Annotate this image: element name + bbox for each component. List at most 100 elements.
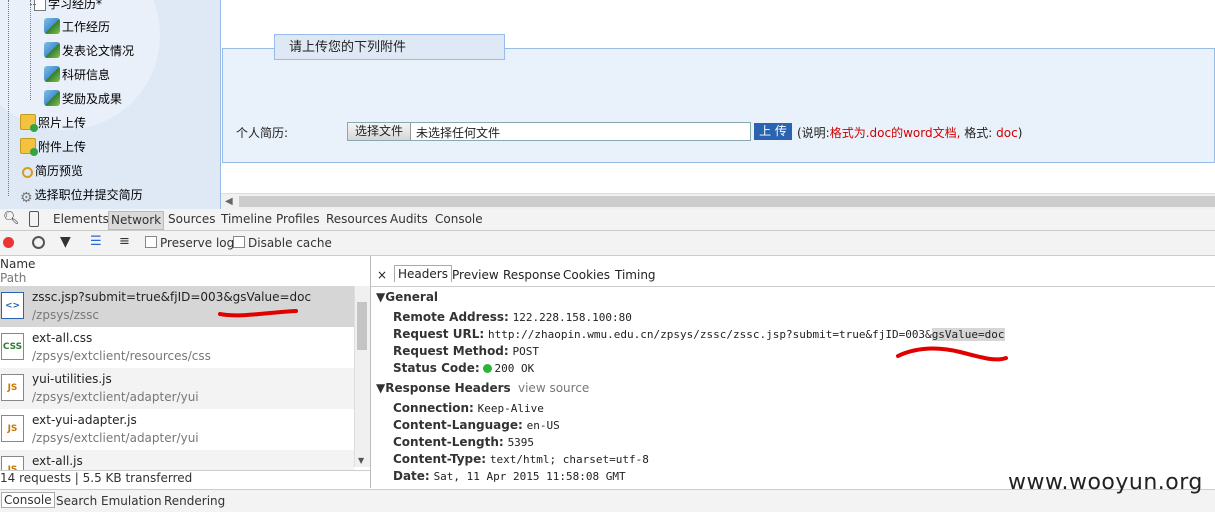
device-mode-icon[interactable]	[29, 211, 39, 227]
tab-cookies[interactable]: Cookies	[563, 268, 610, 282]
request-row[interactable]: JS ext-yui-adapter.js /zpsys/extclient/a…	[0, 409, 354, 450]
request-name: yui-utilities.js	[32, 372, 112, 386]
header-key: Content-Type:	[393, 452, 487, 466]
tab-headers[interactable]: Headers	[394, 265, 452, 282]
tab-console[interactable]: Console	[435, 211, 483, 228]
header-value: text/html; charset=utf-8	[489, 453, 649, 466]
tab-preview[interactable]: Preview	[452, 268, 499, 282]
status-ok-icon	[483, 364, 493, 373]
record-icon[interactable]	[3, 237, 14, 248]
inspect-icon[interactable]: 🔍︎	[3, 211, 20, 226]
request-method-row: Request Method: POST	[393, 344, 539, 358]
note-prefix: (说明:	[797, 126, 830, 140]
overview-icon[interactable]: ≡	[119, 234, 130, 249]
file-status-text: 未选择任何文件	[416, 126, 501, 140]
request-url-row: Request URL: http://zhaopin.wmu.edu.cn/z…	[393, 327, 1005, 341]
tree-item-label: 工作经历	[62, 20, 111, 34]
watermark: www.wooyun.org	[1008, 470, 1203, 495]
request-path: /zpsys/extclient/adapter/yui	[32, 431, 199, 445]
remote-address-row: Remote Address: 122.228.158.100:80	[393, 310, 632, 324]
column-name[interactable]: Name	[0, 257, 35, 271]
js-file-icon: JS	[1, 374, 24, 401]
tab-sources[interactable]: Sources	[168, 211, 215, 228]
header-value: POST	[512, 345, 540, 358]
tab-timeline[interactable]: Timeline	[221, 211, 272, 228]
tree-item-label: 奖励及成果	[62, 92, 123, 106]
scroll-down-icon[interactable]: ▼	[358, 456, 364, 465]
scrollbar-thumb[interactable]	[239, 196, 1215, 207]
expand-triangle-icon: ▼	[376, 381, 386, 395]
tab-audits[interactable]: Audits	[390, 211, 428, 228]
response-headers-section[interactable]: ▼Response Headers	[376, 381, 511, 395]
tree-item-label: 学习经历*	[48, 0, 103, 11]
nav-tree: 学习经历* 工作经历 发表论文情况 科研信息 奖励及成果 照片上传 附件上传 简…	[0, 0, 221, 210]
upload-button[interactable]: 上 传	[754, 123, 792, 140]
note-format-ext: doc	[996, 126, 1018, 140]
drawer-tab-rendering[interactable]: Rendering	[164, 494, 225, 508]
drawer-tab-console[interactable]: Console	[1, 492, 55, 508]
js-file-icon: JS	[1, 456, 24, 470]
choose-file-button[interactable]: 选择文件	[348, 123, 411, 140]
drawer-tab-search[interactable]: Search	[56, 494, 97, 508]
tab-resources[interactable]: Resources	[326, 211, 387, 228]
disable-cache-checkbox[interactable]: Disable cache	[233, 236, 332, 250]
tree-line	[30, 0, 31, 100]
horizontal-scrollbar[interactable]: ◀	[221, 193, 1215, 209]
disable-cache-label: Disable cache	[248, 236, 332, 250]
tab-timing[interactable]: Timing	[615, 268, 656, 282]
tree-item-label: 发表论文情况	[62, 44, 135, 58]
tree-item-research[interactable]: 科研信息	[44, 65, 110, 85]
note-suffix: )	[1017, 126, 1023, 140]
network-status-bar: 14 requests | 5.5 KB transferred	[0, 470, 370, 489]
request-list-scrollbar[interactable]: ▼	[354, 286, 370, 467]
header-value: 200 OK	[494, 362, 535, 375]
view-source-link[interactable]: view source	[518, 381, 589, 395]
clear-icon[interactable]	[32, 236, 45, 249]
tree-item-resume-preview[interactable]: 简历预览	[22, 161, 83, 181]
checkbox-box[interactable]	[145, 236, 157, 248]
tree-item-attachment-upload[interactable]: 附件上传	[20, 137, 86, 157]
tree-item-study[interactable]: 学习经历*	[30, 0, 103, 14]
tree-item-label: 简历预览	[35, 164, 84, 178]
magnifier-icon	[22, 167, 33, 178]
checkbox-box[interactable]	[233, 236, 245, 248]
list-view-icon[interactable]: ☰	[90, 234, 102, 249]
header-key: Request Method:	[393, 344, 509, 358]
pane-divider[interactable]	[370, 256, 371, 488]
status-code-row: Status Code: 200 OK	[393, 361, 534, 375]
tree-item-photo-upload[interactable]: 照片上传	[20, 113, 86, 133]
scroll-left-icon[interactable]: ◀	[225, 194, 233, 209]
filter-icon[interactable]: ▼	[60, 234, 71, 250]
request-name: ext-yui-adapter.js	[32, 413, 137, 427]
request-row[interactable]: JS yui-utilities.js /zpsys/extclient/ada…	[0, 368, 354, 409]
red-underline-annotation	[896, 346, 1008, 362]
request-list-header	[0, 256, 370, 287]
tab-response[interactable]: Response	[503, 268, 561, 282]
response-header-row: Content-Type: text/html; charset=utf-8	[393, 452, 649, 466]
tab-profiles[interactable]: Profiles	[276, 211, 320, 228]
leaf-icon	[44, 66, 60, 82]
drawer-tab-emulation[interactable]: Emulation	[101, 494, 162, 508]
note-mid: 格式:	[964, 126, 993, 140]
tab-network[interactable]: Network	[108, 211, 165, 230]
request-row[interactable]: JS ext-all.js	[0, 450, 354, 470]
general-section[interactable]: ▼General	[376, 290, 438, 304]
close-icon[interactable]: ×	[377, 268, 387, 282]
tree-item-submit-resume[interactable]: ⚙ 选择职位并提交简历	[20, 185, 143, 206]
folder-icon	[20, 138, 38, 156]
tab-elements[interactable]: Elements	[53, 211, 109, 228]
tree-item-awards[interactable]: 奖励及成果	[44, 89, 122, 109]
preserve-log-checkbox[interactable]: Preserve log	[145, 236, 234, 250]
document-icon	[34, 0, 46, 11]
red-underline-annotation	[218, 309, 298, 318]
html-file-icon: <>	[1, 292, 24, 319]
tree-item-papers[interactable]: 发表论文情况	[44, 41, 134, 61]
request-name: ext-all.css	[32, 331, 93, 345]
note-format-red: 格式为.doc的word文档,	[829, 126, 961, 140]
request-row[interactable]: CSS ext-all.css /zpsys/extclient/resourc…	[0, 327, 354, 368]
scrollbar-thumb[interactable]	[357, 302, 367, 350]
header-value: http://zhaopin.wmu.edu.cn/zpsys/zssc/zss…	[487, 328, 932, 341]
request-path: /zpsys/zssc	[32, 308, 100, 322]
tree-item-work[interactable]: 工作经历	[44, 17, 110, 37]
header-key: Request URL:	[393, 327, 485, 341]
